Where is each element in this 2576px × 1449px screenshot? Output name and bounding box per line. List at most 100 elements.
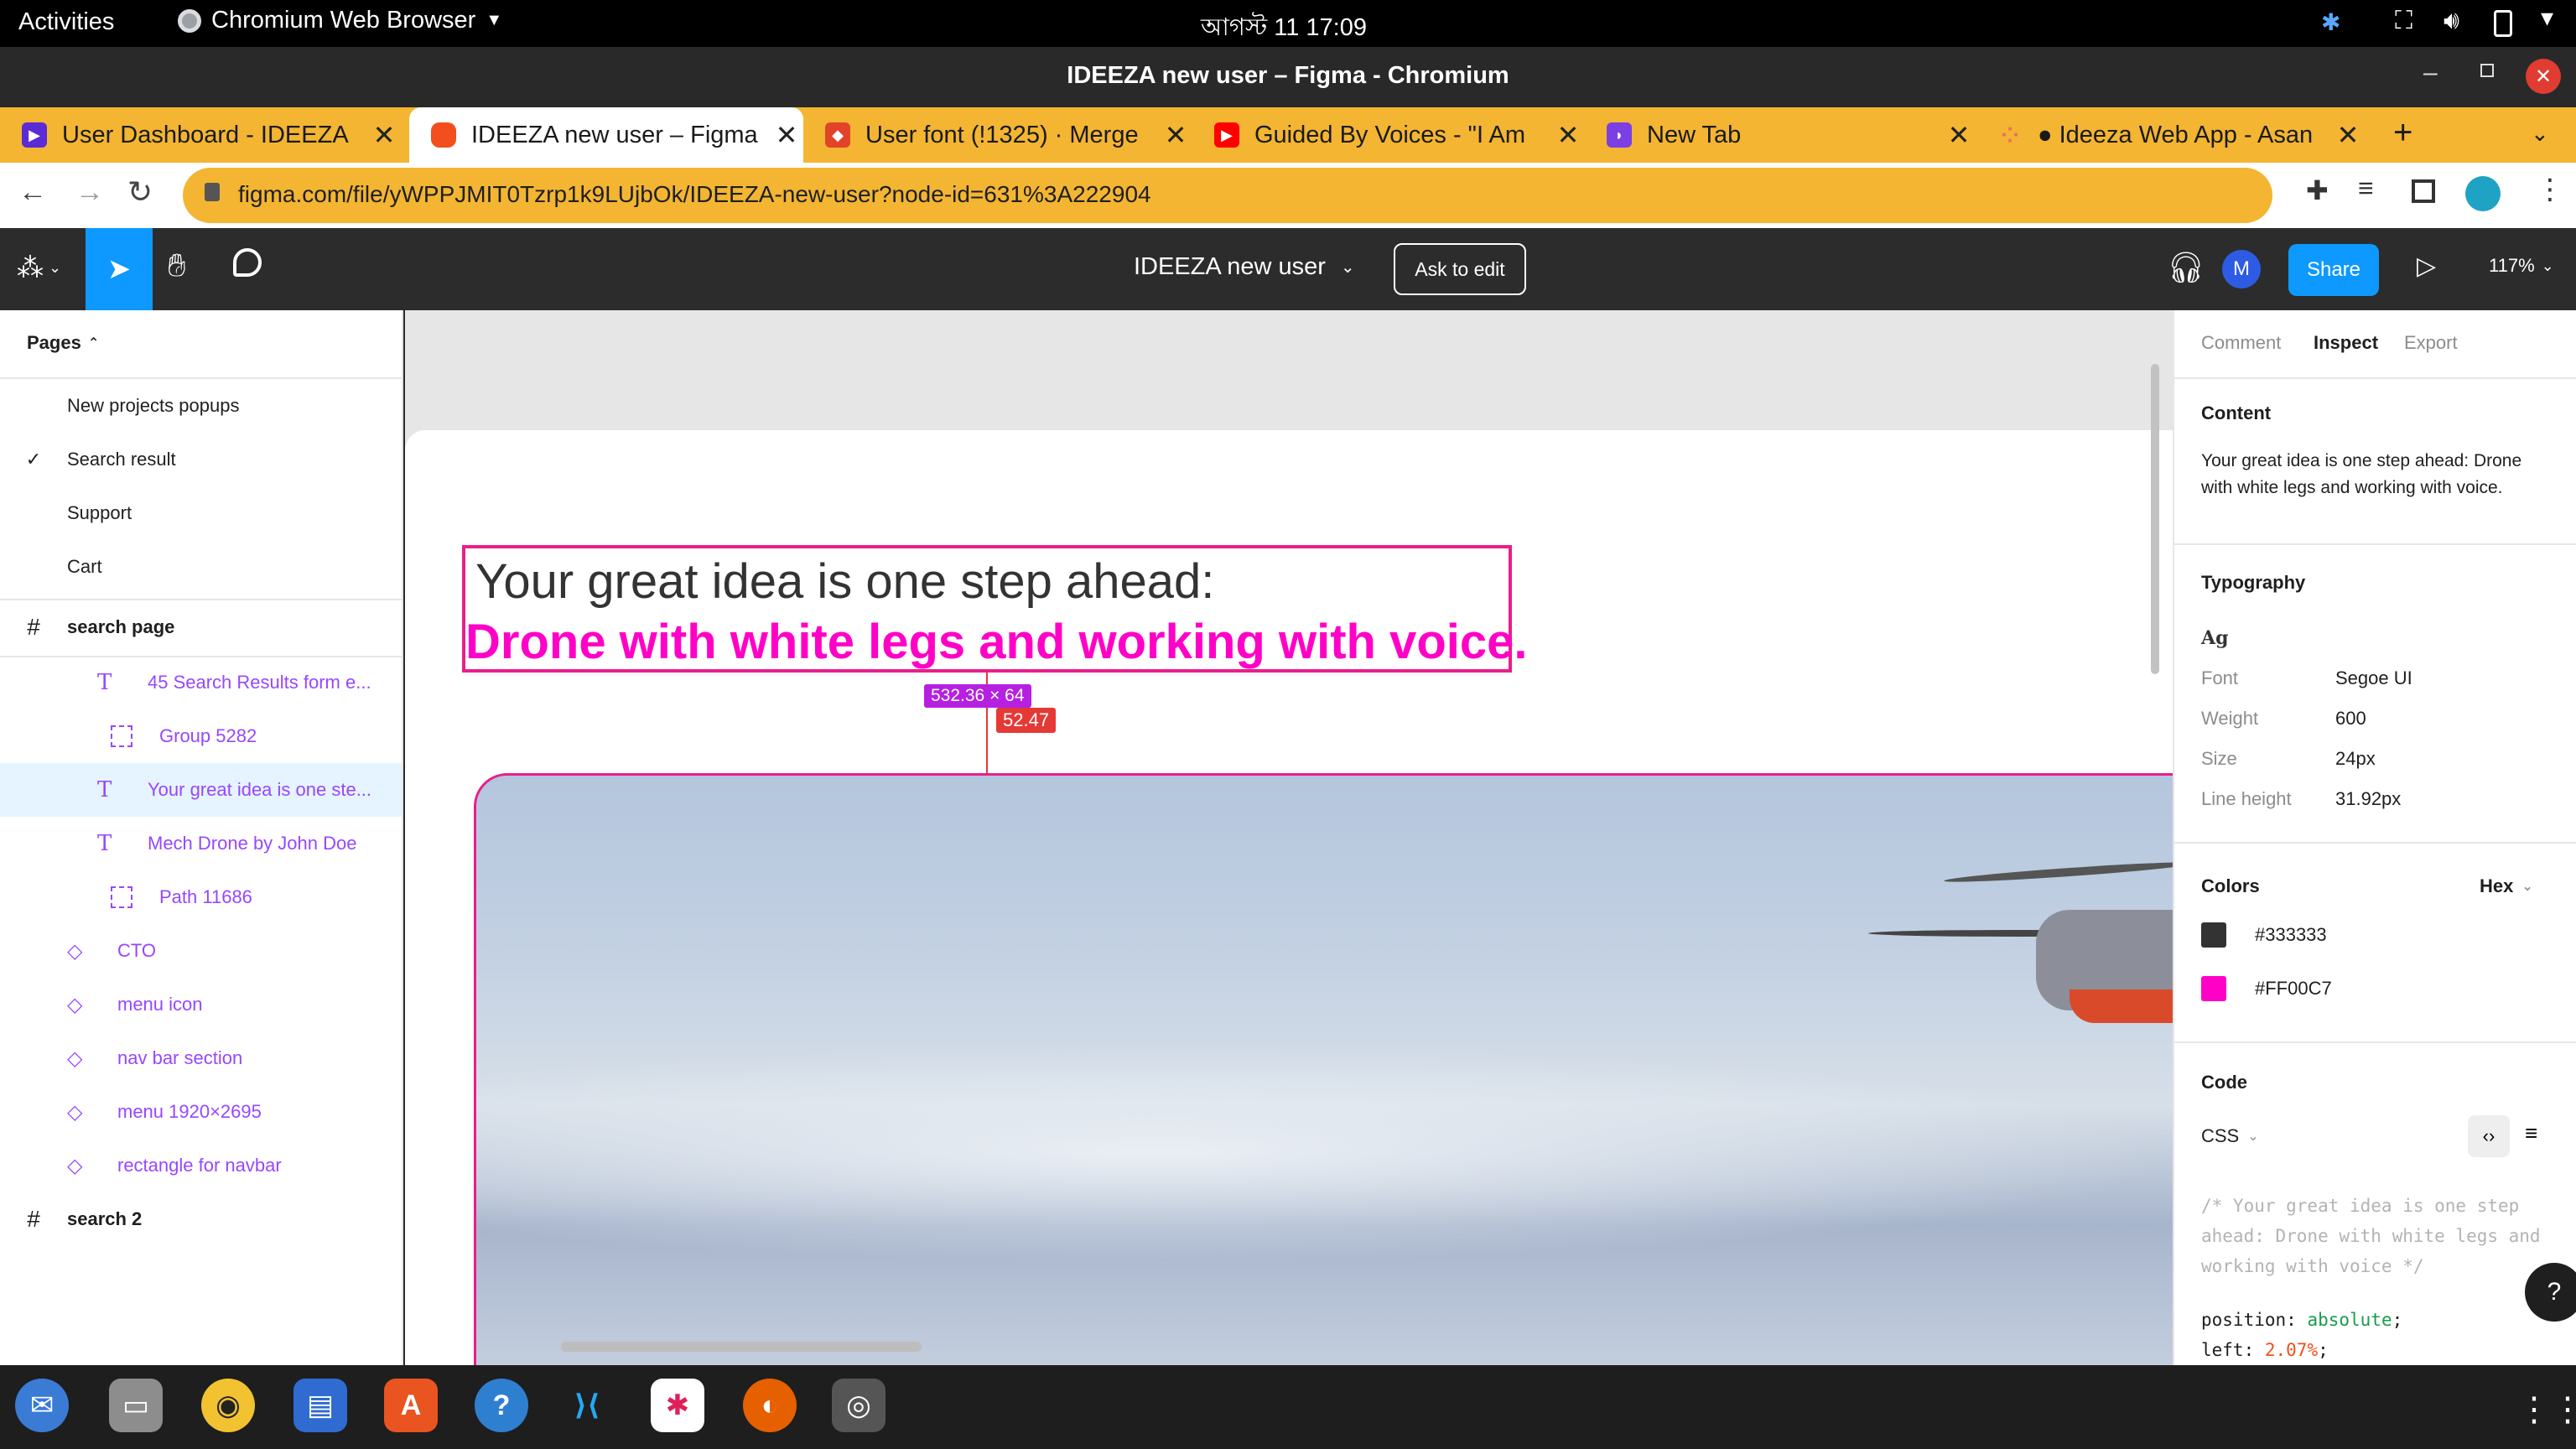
content-text[interactable]: Your great idea is one step ahead: Drone… — [2201, 448, 2553, 501]
layer-text[interactable]: T 45 Search Results form e... — [0, 656, 402, 709]
cursor-arrow-icon: ➤ — [106, 253, 132, 285]
extensions-icon[interactable]: ✚ — [2306, 174, 2329, 206]
show-apps-grid-icon[interactable]: ⋮⋮⋮ — [2517, 1390, 2576, 1429]
forward-icon[interactable]: → — [75, 176, 104, 209]
hand-tool-icon[interactable]: ✋︎ — [168, 248, 186, 284]
slack-tray-icon[interactable]: ✱ — [2321, 8, 2340, 36]
tab-comment[interactable]: Comment — [2201, 332, 2281, 354]
close-tab-icon[interactable]: ✕ — [1159, 119, 1192, 151]
color-format-dropdown[interactable]: Hex ⌄ — [2480, 875, 2533, 897]
close-tab-icon[interactable]: ✕ — [1942, 119, 1976, 151]
tab-export[interactable]: Export — [2404, 332, 2458, 354]
size-value[interactable]: 24px — [2335, 748, 2376, 770]
layer-component[interactable]: ◇ CTO — [0, 924, 402, 978]
tab-figma[interactable]: IDEEZA new user – Figma ✕ — [409, 107, 803, 163]
tab-asana[interactable]: ⁘ ● Ideeza Web App - Asan ✕ — [1976, 107, 2365, 163]
libreoffice-writer-icon[interactable]: ▤ — [293, 1379, 347, 1432]
design-canvas[interactable]: Your great idea is one step ahead: Drone… — [405, 310, 2173, 1365]
list-view-icon[interactable]: ≡ — [2525, 1120, 2537, 1146]
software-center-icon[interactable]: A — [384, 1379, 438, 1432]
network-icon[interactable]: ⛶ — [2395, 7, 2412, 35]
vscode-icon[interactable]: ⟩⟨ — [560, 1379, 614, 1432]
user-avatar[interactable]: M — [2222, 250, 2261, 288]
clock[interactable]: আগস্ট 11 17:09 — [1201, 8, 1367, 49]
tab-search-chevron-icon[interactable]: ⌄ — [2531, 121, 2549, 147]
address-bar[interactable]: figma.com/file/yWPPJMIT0Tzrp1k9LUjbOk/ID… — [183, 168, 2272, 223]
ask-to-edit-button[interactable]: Ask to edit — [1394, 243, 1526, 295]
figma-main-menu[interactable]: ⁂ ⌄ — [17, 252, 61, 283]
code-line-left[interactable]: left: 2.07%; — [2201, 1340, 2329, 1360]
color-swatch-row[interactable]: #FF00C7 — [2201, 976, 2332, 1001]
layer-component[interactable]: ◇ nav bar section — [0, 1031, 402, 1085]
tab-title: Guided By Voices - "I Am — [1254, 121, 1525, 148]
color-swatch-row[interactable]: #333333 — [2201, 922, 2327, 948]
component-diamond-icon: ◇ — [67, 939, 83, 963]
close-tab-icon[interactable]: ✕ — [770, 119, 803, 151]
move-tool-button[interactable]: ➤ — [86, 228, 153, 310]
horizontal-scrollbar[interactable] — [561, 1342, 922, 1352]
browser-menu-icon[interactable]: ⋮ — [2536, 173, 2564, 206]
tab-youtube[interactable]: ▶ Guided By Voices - "I Am ✕ — [1192, 107, 1585, 163]
close-tab-icon[interactable]: ✕ — [367, 119, 401, 151]
present-play-icon[interactable]: ▷ — [2417, 252, 2436, 281]
share-button[interactable]: Share — [2288, 244, 2379, 296]
layer-text-selected[interactable]: T Your great idea is one ste... — [0, 763, 402, 817]
code-line-position[interactable]: position: absolute; — [2201, 1310, 2402, 1330]
battery-icon[interactable] — [2494, 10, 2512, 37]
reload-icon[interactable]: ↻ — [127, 174, 153, 210]
close-window-icon[interactable]: ✕ — [2526, 59, 2561, 94]
file-name-menu[interactable]: IDEEZA new user ⌄ — [1134, 253, 1355, 281]
font-value[interactable]: Segoe UI — [2335, 667, 2412, 689]
media-control-icon[interactable]: ≡ — [2358, 173, 2374, 204]
tab-inspect[interactable]: Inspect — [2314, 332, 2378, 354]
pages-header[interactable]: Pages ⌃ — [0, 310, 428, 376]
tab-gitlab-merge[interactable]: ◆ User font (!1325) · Merge ✕ — [803, 107, 1192, 163]
file-name: IDEEZA new user — [1134, 253, 1326, 280]
code-language-dropdown[interactable]: CSS ⌄ — [2201, 1125, 2259, 1147]
page-item-active[interactable]: ✓ Search result — [0, 433, 402, 486]
help-button[interactable]: ? — [2525, 1263, 2576, 1322]
hero-drone-image[interactable] — [474, 773, 2173, 1365]
layer-frame-search-2[interactable]: # search 2 — [0, 1192, 402, 1246]
maximize-icon[interactable] — [2480, 64, 2494, 77]
firefox-icon[interactable]: ◐ — [743, 1379, 797, 1432]
page-item[interactable]: Support — [0, 486, 469, 540]
vertical-scrollbar[interactable] — [2151, 364, 2159, 674]
back-icon[interactable]: ← — [18, 176, 47, 209]
side-panel-icon[interactable] — [2412, 179, 2435, 203]
slack-icon[interactable]: ✱ — [651, 1379, 704, 1432]
layer-group[interactable]: Path 11686 — [0, 870, 402, 924]
tab-user-dashboard[interactable]: ▶ User Dashboard - IDEEZA ✕ — [0, 107, 401, 163]
zoom-menu[interactable]: 117% ⌄ — [2489, 255, 2554, 277]
activities-button[interactable]: Activities — [18, 8, 114, 36]
audio-headphones-icon[interactable]: 🎧︎ — [2167, 250, 2205, 285]
line-height-value[interactable]: 31.92px — [2335, 788, 2401, 810]
page-item[interactable]: Cart — [0, 540, 469, 594]
close-tab-icon[interactable]: ✕ — [1551, 119, 1585, 151]
code-view-icon[interactable]: ‹› — [2468, 1115, 2510, 1157]
app-menu[interactable]: Chromium Web Browser ▼ — [178, 7, 502, 34]
layer-component[interactable]: ◇ menu 1920×2695 — [0, 1085, 402, 1139]
profile-avatar[interactable] — [2465, 176, 2501, 211]
files-icon[interactable]: ▭ — [109, 1379, 163, 1432]
tab-new-tab[interactable]: ◗ New Tab ✕ — [1585, 107, 1976, 163]
power-menu-icon[interactable]: ▾ — [2541, 3, 2553, 33]
thunderbird-icon[interactable]: ✉ — [15, 1379, 69, 1432]
weight-value[interactable]: 600 — [2335, 708, 2366, 730]
help-app-icon[interactable]: ? — [475, 1379, 528, 1432]
close-tab-icon[interactable]: ✕ — [2331, 119, 2365, 151]
comment-tool-icon[interactable] — [233, 248, 262, 277]
page-item[interactable]: New projects popups — [0, 379, 469, 433]
layer-group[interactable]: Group 5282 — [0, 709, 402, 763]
selected-text-layer[interactable]: Your great idea is one step ahead: Drone… — [462, 545, 1527, 673]
minimize-icon[interactable]: – — [2423, 59, 2438, 87]
volume-icon[interactable]: 🔊︎ — [2444, 7, 2459, 35]
layer-text[interactable]: T Mech Drone by John Doe — [0, 817, 402, 870]
layer-component[interactable]: ◇ rectangle for navbar — [0, 1139, 402, 1192]
chromium-dock-icon[interactable]: ◎ — [832, 1379, 886, 1432]
layer-label: Mech Drone by John Doe — [148, 833, 357, 854]
rhythmbox-icon[interactable]: ◉ — [201, 1379, 255, 1432]
layer-component[interactable]: ◇ menu icon — [0, 978, 402, 1031]
layer-frame-search-page[interactable]: # search page — [0, 600, 402, 654]
new-tab-plus-icon[interactable]: + — [2393, 114, 2412, 152]
